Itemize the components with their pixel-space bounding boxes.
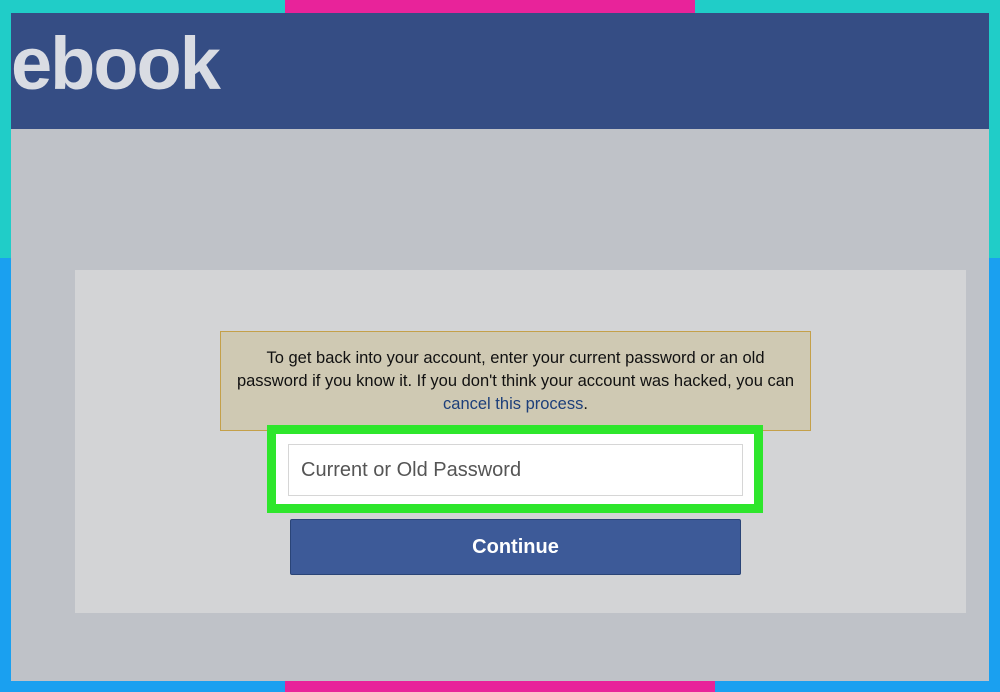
browser-screen: ebook To get back into your account, ent… xyxy=(11,13,989,681)
frame-accent-bottom-middle xyxy=(285,680,715,692)
recovery-notice: To get back into your account, enter you… xyxy=(220,331,811,431)
notice-message: To get back into your account, enter you… xyxy=(236,348,795,390)
cancel-process-link[interactable]: cancel this process xyxy=(443,395,583,413)
facebook-header: ebook xyxy=(11,13,989,129)
current-password-input[interactable] xyxy=(288,444,743,496)
notice-text: To get back into your account, enter you… xyxy=(233,347,798,416)
continue-button[interactable]: Continue xyxy=(290,519,741,575)
facebook-logo[interactable]: ebook xyxy=(11,27,221,101)
recovery-panel: To get back into your account, enter you… xyxy=(75,270,966,613)
frame-accent-top-middle xyxy=(285,0,695,14)
notice-period: . xyxy=(583,394,588,413)
